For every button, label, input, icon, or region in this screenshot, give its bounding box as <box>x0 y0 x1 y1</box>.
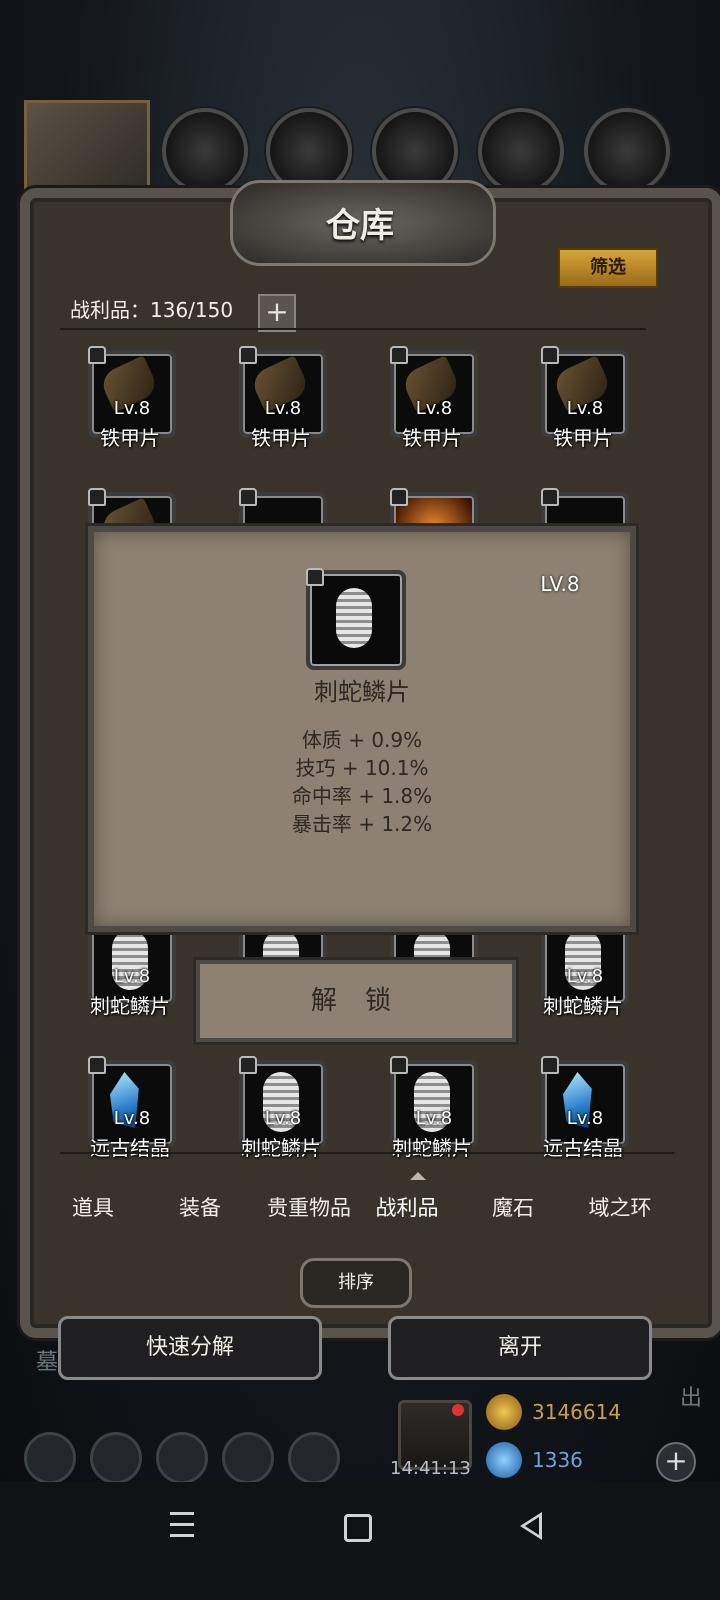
lock-icon <box>390 1056 408 1074</box>
popup-item-name: 刺蛇鳞片 <box>314 678 410 706</box>
inventory-slot[interactable]: Lv.8 铁甲片 <box>352 340 512 470</box>
tab-loot[interactable]: 战利品 <box>354 1180 460 1236</box>
item-name: 远古结晶 <box>90 1136 170 1160</box>
item-name: 刺蛇鳞片 <box>90 994 170 1018</box>
tab-magic-stone[interactable]: 魔石 <box>460 1180 566 1236</box>
popup-stat: 体质 + 0.9% <box>301 728 423 752</box>
tab-equipment[interactable]: 装备 <box>147 1180 253 1236</box>
item-level: Lv.8 <box>113 398 151 419</box>
lock-icon <box>541 488 559 506</box>
filter-button[interactable]: 筛选 <box>558 248 658 288</box>
sort-button[interactable]: 排序 <box>300 1258 412 1308</box>
tab-valuables[interactable]: 贵重物品 <box>248 1180 370 1236</box>
scale-icon <box>336 588 372 648</box>
item-name: 远古结晶 <box>543 1136 623 1160</box>
popup-stat: 暴击率 + 1.2% <box>291 812 433 836</box>
inventory-slot[interactable]: Lv.8 铁甲片 <box>201 340 361 470</box>
capacity-label: 战利品：136/150 <box>70 298 234 322</box>
ore-icon[interactable] <box>162 108 248 194</box>
item-level: Lv.8 <box>415 398 453 419</box>
settings-icon[interactable] <box>24 1432 76 1484</box>
header-divider <box>60 328 646 330</box>
side-text-right: 出 <box>680 1386 703 1411</box>
item-name: 刺蛇鳞片 <box>543 994 623 1018</box>
lock-icon <box>239 346 257 364</box>
active-tab-pointer-icon <box>410 1172 426 1180</box>
window-title: 仓库 <box>326 206 394 246</box>
notification-dot <box>452 1404 464 1416</box>
achievement-icon[interactable] <box>90 1432 142 1484</box>
item-level: Lv.8 <box>566 398 604 419</box>
quest-icon[interactable] <box>288 1432 340 1484</box>
item-name: 铁甲片 <box>553 426 613 450</box>
item-name: 铁甲片 <box>402 426 462 450</box>
unlock-button[interactable]: 解 锁 <box>196 960 516 1042</box>
add-gems-button[interactable]: + <box>656 1442 696 1482</box>
lock-icon <box>88 1056 106 1074</box>
category-tabs: 道具 装备 贵重物品 战利品 魔石 域之环 <box>40 1180 682 1236</box>
item-level: Lv.8 <box>566 1108 604 1129</box>
item-name: 铁甲片 <box>100 426 160 450</box>
lock-icon <box>541 1056 559 1074</box>
gold-coin-icon <box>486 1394 522 1430</box>
stone-icon[interactable] <box>584 108 670 194</box>
popup-stat: 命中率 + 1.8% <box>291 784 433 808</box>
crystal-icon[interactable] <box>478 108 564 194</box>
quick-decompose-button[interactable]: 快速分解 <box>58 1316 322 1380</box>
side-text-left: 墓 <box>36 1350 59 1375</box>
leave-button[interactable]: 离开 <box>388 1316 652 1380</box>
item-level: Lv.8 <box>415 1108 453 1129</box>
mail-icon[interactable] <box>222 1432 274 1484</box>
lock-icon <box>88 346 106 364</box>
popup-stat: 技巧 + 10.1% <box>295 756 429 780</box>
inventory-slot[interactable]: Lv.8 铁甲片 <box>503 340 663 470</box>
item-level: Lv.8 <box>113 966 151 987</box>
clock: 14:41:13 <box>390 1458 471 1479</box>
item-level: Lv.8 <box>113 1108 151 1129</box>
item-name: 刺蛇鳞片 <box>241 1136 321 1160</box>
guild-icon[interactable] <box>156 1432 208 1484</box>
gem-amount: 1336 <box>532 1448 583 1472</box>
lock-icon <box>390 346 408 364</box>
gem-icon <box>486 1442 522 1478</box>
home-icon[interactable] <box>344 1514 372 1542</box>
tab-items[interactable]: 道具 <box>40 1180 146 1236</box>
menu-icon[interactable] <box>170 1512 194 1545</box>
lock-icon <box>306 568 324 586</box>
lock-icon <box>541 346 559 364</box>
item-name: 铁甲片 <box>251 426 311 450</box>
inventory-slot[interactable]: Lv.8 铁甲片 <box>50 340 210 470</box>
lock-icon <box>239 488 257 506</box>
lock-icon <box>239 1056 257 1074</box>
item-level: Lv.8 <box>264 1108 302 1129</box>
tab-domain-ring[interactable]: 域之环 <box>567 1180 673 1236</box>
grid-divider <box>60 1152 674 1154</box>
lock-icon <box>88 488 106 506</box>
item-level: Lv.8 <box>264 398 302 419</box>
popup-item-level: LV.8 <box>540 572 580 596</box>
item-name: 刺蛇鳞片 <box>392 1136 472 1160</box>
item-level: Lv.8 <box>566 966 604 987</box>
expand-capacity-button[interactable]: + <box>258 294 296 332</box>
gold-amount: 3146614 <box>532 1400 622 1424</box>
lock-icon <box>390 488 408 506</box>
back-icon-inner <box>525 1517 539 1535</box>
